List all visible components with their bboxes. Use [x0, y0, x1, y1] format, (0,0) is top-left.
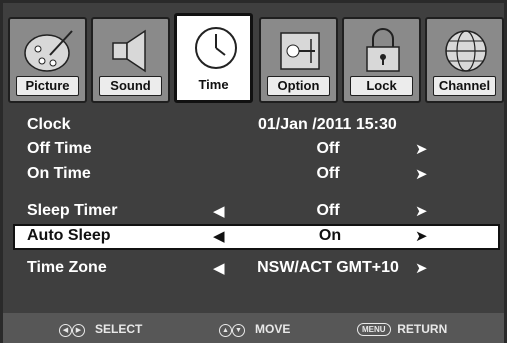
arrow-right-icon[interactable]: ➤ — [415, 140, 428, 158]
row-value: On — [318, 227, 342, 244]
tab-time[interactable]: Time — [174, 13, 253, 103]
tab-label: Time — [183, 75, 244, 95]
row-value: 01/Jan /2011 15:30 — [258, 116, 397, 133]
select-hint: ◀ ▶ SELECT — [59, 322, 142, 337]
tab-channel[interactable]: Channel — [425, 17, 504, 103]
palette-icon — [24, 30, 73, 72]
row-label: Auto Sleep — [27, 227, 111, 244]
tab-label: Sound — [99, 76, 162, 96]
arrow-left-icon[interactable]: ◀ — [213, 202, 225, 220]
menu-row-clock: Clock 01/Jan /2011 15:30 — [13, 113, 500, 137]
settings-icon — [280, 32, 320, 70]
tv-osd-menu: Picture Sound Time Option Lock Channel C… — [0, 0, 507, 343]
menu-key-icon: MENU — [357, 323, 391, 336]
menu-row-time-zone[interactable]: Time Zone ◀ NSW/ACT GMT+10 ➤ — [13, 256, 500, 280]
arrow-left-icon[interactable]: ◀ — [213, 259, 225, 277]
speaker-icon — [112, 29, 146, 73]
row-label: Time Zone — [27, 259, 107, 276]
row-value: NSW/ACT GMT+10 — [257, 259, 399, 276]
row-label: Sleep Timer — [27, 202, 118, 219]
lock-icon — [366, 28, 400, 72]
row-value: Off — [316, 140, 340, 157]
up-key-icon: ▲ — [219, 324, 232, 337]
return-hint-label: RETURN — [397, 322, 448, 336]
tab-picture[interactable]: Picture — [8, 17, 87, 103]
left-right-keys-icon: ◀ — [59, 324, 72, 337]
menu-row-auto-sleep[interactable]: Auto Sleep ◀ On ➤ — [13, 224, 500, 250]
arrow-left-icon[interactable]: ◀ — [213, 227, 225, 245]
menu-tab-bar: Picture Sound Time Option Lock Channel — [8, 13, 505, 105]
arrow-right-icon[interactable]: ➤ — [415, 227, 428, 245]
tab-label: Lock — [350, 76, 413, 96]
footer-help-bar: ◀ ▶ SELECT ▲ ▼ MOVE MENU RETURN — [3, 313, 504, 343]
tab-label: Channel — [433, 76, 496, 96]
row-value: Off — [316, 202, 340, 219]
menu-row-sleep-timer[interactable]: Sleep Timer ◀ Off ➤ — [13, 199, 500, 223]
move-hint: ▲ ▼ MOVE — [219, 322, 290, 337]
move-hint-label: MOVE — [255, 322, 291, 336]
clock-icon — [195, 27, 237, 69]
select-hint-label: SELECT — [95, 322, 143, 336]
tab-label: Picture — [16, 76, 79, 96]
tab-option[interactable]: Option — [259, 17, 338, 103]
tab-lock[interactable]: Lock — [342, 17, 421, 103]
tab-sound[interactable]: Sound — [91, 17, 170, 103]
row-value: Off — [316, 165, 340, 182]
menu-row-off-time[interactable]: Off Time Off ➤ — [13, 137, 500, 161]
return-hint: MENU RETURN — [357, 322, 447, 336]
arrow-right-icon[interactable]: ➤ — [415, 202, 428, 220]
right-key-icon: ▶ — [72, 324, 85, 337]
arrow-right-icon[interactable]: ➤ — [415, 165, 428, 183]
globe-icon — [445, 30, 487, 72]
arrow-right-icon[interactable]: ➤ — [415, 259, 428, 277]
row-label: Off Time — [27, 140, 92, 157]
menu-row-on-time[interactable]: On Time Off ➤ — [13, 162, 500, 186]
down-key-icon: ▼ — [232, 324, 245, 337]
tab-label: Option — [267, 76, 330, 96]
row-label: Clock — [27, 116, 71, 133]
row-label: On Time — [27, 165, 91, 182]
